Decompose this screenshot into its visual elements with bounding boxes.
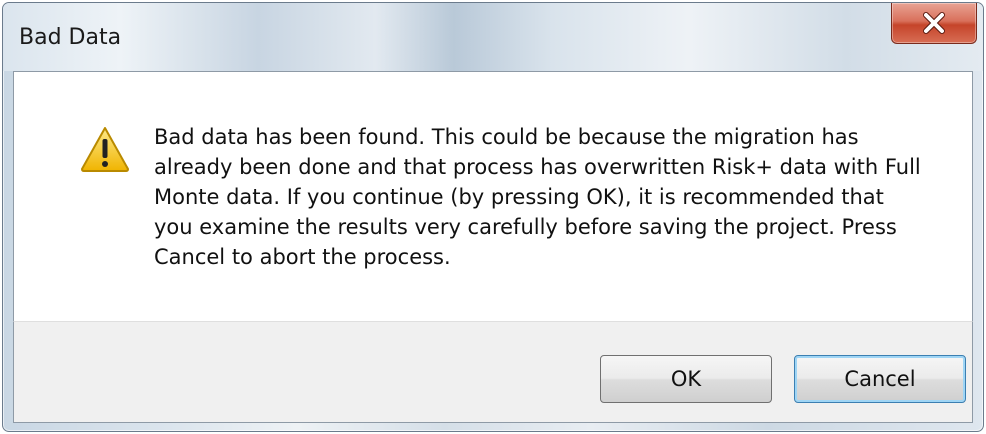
close-x-icon bbox=[923, 12, 945, 34]
dialog-window: Bad Data Bad data has been found. This c… bbox=[2, 2, 984, 432]
message-text: Bad data has been found. This could be b… bbox=[154, 122, 954, 272]
message-line: Monte data. If you continue (by pressing… bbox=[154, 185, 884, 209]
title-bar[interactable]: Bad Data bbox=[3, 3, 983, 71]
message-line: you examine the results very carefully b… bbox=[154, 215, 897, 239]
warning-icon bbox=[81, 127, 129, 172]
close-button[interactable] bbox=[891, 3, 977, 44]
cancel-button[interactable]: Cancel bbox=[794, 355, 966, 403]
ok-button[interactable]: OK bbox=[600, 355, 772, 403]
dialog-title: Bad Data bbox=[19, 25, 122, 50]
message-area: Bad data has been found. This could be b… bbox=[13, 71, 973, 321]
message-line: already been done and that process has o… bbox=[154, 155, 921, 179]
button-bar: OK Cancel bbox=[13, 321, 973, 423]
message-line: Cancel to abort the process. bbox=[154, 245, 451, 269]
message-line: Bad data has been found. This could be b… bbox=[154, 125, 859, 149]
